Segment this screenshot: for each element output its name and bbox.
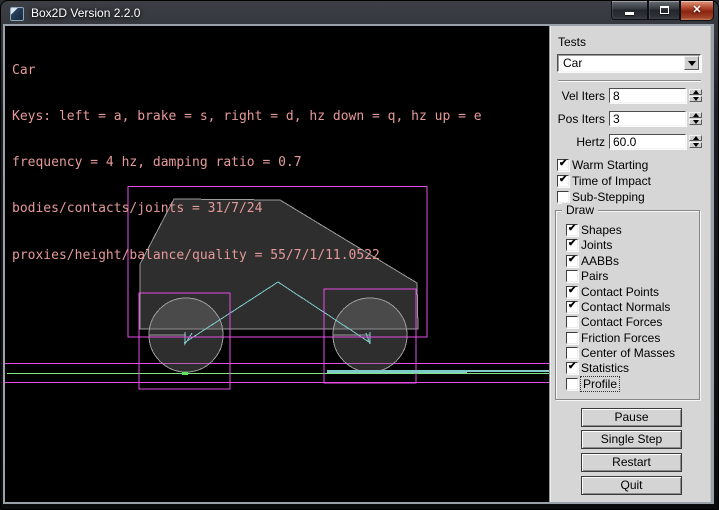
minimize-button[interactable]	[611, 1, 648, 20]
close-button[interactable]: ✕	[680, 1, 714, 21]
debug-text-overlay: Car Keys: left = a, brake = s, right = d…	[12, 32, 482, 294]
app-window: Box2D Version 2.2.0 ✕	[0, 0, 719, 510]
pairs-label: Pairs	[581, 269, 608, 283]
vel-iters-spin-down-button[interactable]	[689, 96, 702, 102]
shapes-label: Shapes	[581, 223, 622, 237]
contact-forces-checkbox[interactable]	[566, 316, 578, 328]
tests-dropdown-arrow-button[interactable]	[684, 56, 699, 70]
arrow-down-icon	[693, 143, 699, 147]
hertz-spin-down-button[interactable]	[689, 142, 702, 148]
hertz-spinner	[689, 135, 702, 148]
profile-checkbox[interactable]	[566, 378, 578, 390]
sub-stepping-checkbox[interactable]	[557, 191, 569, 203]
tests-label: Tests	[558, 35, 586, 49]
contact-forces-label: Contact Forces	[581, 315, 662, 329]
vel-iters-row: Vel Iters	[550, 88, 713, 103]
vel-iters-label: Vel Iters	[562, 89, 605, 103]
hertz-spin-up-button[interactable]	[689, 135, 702, 141]
pause-button[interactable]: Pause	[581, 408, 682, 427]
friction-forces-label: Friction Forces	[581, 331, 660, 345]
contact-normals-checkbox[interactable]	[566, 301, 578, 313]
time-of-impact-label: Time of Impact	[572, 174, 651, 188]
bodies-stats-text: bodies/contacts/joints = 31/7/24	[12, 201, 482, 216]
app-icon	[10, 7, 24, 21]
minimize-icon	[625, 12, 634, 15]
title-bar[interactable]: Box2D Version 2.2.0 ✕	[1, 1, 718, 26]
proxies-stats-text: proxies/height/balance/quality = 55/7/1/…	[12, 248, 482, 263]
maximize-icon	[660, 6, 669, 14]
control-panel: Tests Car Vel Iters Pos Iters	[549, 26, 712, 502]
vel-iters-spinner	[689, 89, 702, 102]
time-of-impact-checkbox[interactable]	[557, 175, 569, 187]
pos-iters-row: Pos Iters	[550, 111, 713, 126]
aabbs-label: AABBs	[581, 254, 619, 268]
window-title: Box2D Version 2.2.0	[31, 6, 140, 20]
hertz-input[interactable]	[609, 134, 686, 149]
vel-iters-spin-up-button[interactable]	[689, 89, 702, 95]
test-name-text: Car	[12, 63, 482, 78]
single-step-button[interactable]: Single Step	[581, 430, 682, 449]
caption-button-group: ✕	[611, 1, 714, 21]
arrow-down-icon	[693, 97, 699, 101]
joints-label: Joints	[581, 238, 612, 252]
quit-button[interactable]: Quit	[581, 476, 682, 495]
sub-stepping-label: Sub-Stepping	[572, 190, 645, 204]
pos-iters-spin-up-button[interactable]	[689, 112, 702, 118]
tests-dropdown[interactable]: Car	[557, 54, 701, 72]
joints-checkbox[interactable]	[566, 239, 578, 251]
vel-iters-input[interactable]	[609, 88, 686, 103]
arrow-up-icon	[693, 90, 699, 94]
pos-iters-label: Pos Iters	[558, 112, 605, 126]
contact-points-checkbox[interactable]	[566, 286, 578, 298]
arrow-up-icon	[693, 113, 699, 117]
profile-label: Profile	[581, 377, 619, 391]
close-icon: ✕	[692, 5, 701, 16]
draw-group-title: Draw	[562, 203, 598, 217]
frequency-text: frequency = 4 hz, damping ratio = 0.7	[12, 155, 482, 170]
keys-help-text: Keys: left = a, brake = s, right = d, hz…	[12, 109, 482, 124]
restart-button[interactable]: Restart	[581, 453, 682, 472]
pos-iters-input[interactable]	[609, 111, 686, 126]
client-area: Car Keys: left = a, brake = s, right = d…	[5, 26, 712, 502]
arrow-up-icon	[693, 136, 699, 140]
hertz-row: Hertz	[550, 134, 713, 149]
draw-group-box: Draw Shapes Joints AABBs Pairs	[555, 210, 700, 400]
pos-iters-spin-down-button[interactable]	[689, 119, 702, 125]
contact-normals-label: Contact Normals	[581, 300, 670, 314]
pairs-checkbox[interactable]	[566, 270, 578, 282]
warm-starting-checkbox[interactable]	[557, 159, 569, 171]
arrow-down-icon	[693, 120, 699, 124]
simulation-canvas[interactable]: Car Keys: left = a, brake = s, right = d…	[5, 26, 549, 502]
tests-dropdown-value: Car	[563, 56, 582, 71]
warm-starting-label: Warm Starting	[572, 158, 648, 172]
separator-line	[558, 80, 701, 82]
aabbs-checkbox[interactable]	[566, 255, 578, 267]
contact-point-marker	[182, 372, 188, 375]
center-of-masses-label: Center of Masses	[581, 346, 675, 360]
statistics-checkbox[interactable]	[566, 362, 578, 374]
center-of-masses-checkbox[interactable]	[566, 347, 578, 359]
statistics-label: Statistics	[581, 361, 629, 375]
friction-forces-checkbox[interactable]	[566, 332, 578, 344]
hertz-label: Hertz	[576, 135, 605, 149]
pos-iters-spinner	[689, 112, 702, 125]
contact-points-label: Contact Points	[581, 285, 659, 299]
chevron-down-icon	[688, 61, 696, 66]
shapes-checkbox[interactable]	[566, 224, 578, 236]
maximize-button[interactable]	[648, 1, 680, 20]
